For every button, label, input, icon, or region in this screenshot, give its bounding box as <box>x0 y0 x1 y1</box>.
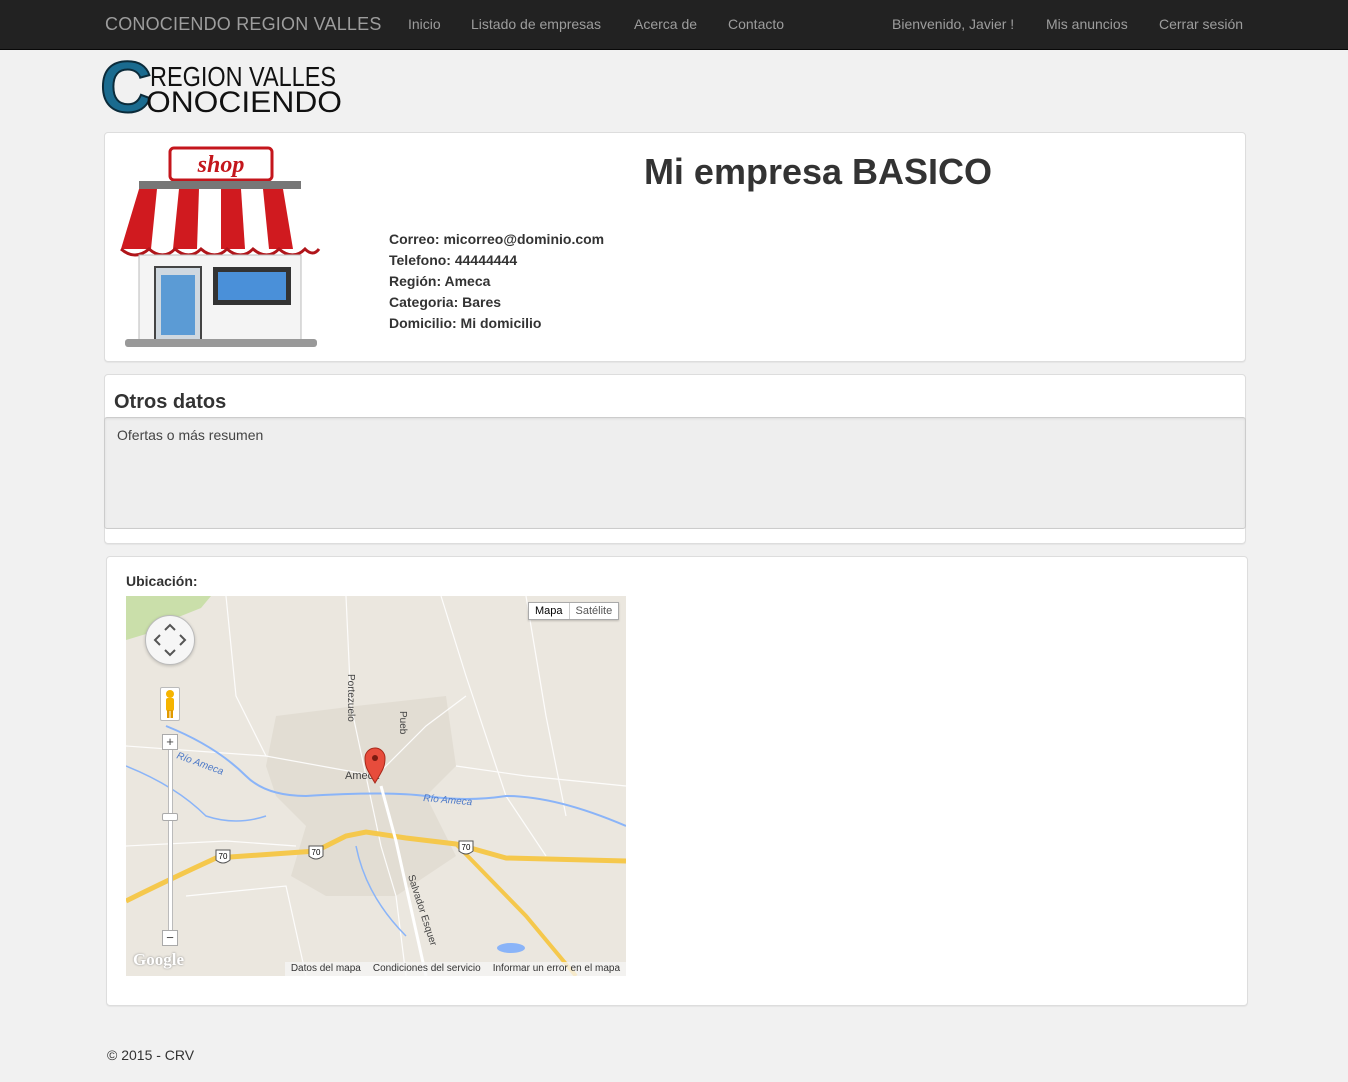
nav-inicio[interactable]: Inicio <box>408 0 441 50</box>
company-panel: shop Mi empresa BASICO Correo: micorreo@… <box>104 132 1246 362</box>
svg-text:shop: shop <box>197 152 245 178</box>
nav-cerrar-sesion[interactable]: Cerrar sesión <box>1159 0 1243 50</box>
map-data-link[interactable]: Datos del mapa <box>291 962 361 976</box>
svg-text:Pueb: Pueb <box>397 711 408 735</box>
location-label: Ubicación: <box>126 573 198 589</box>
brand-link[interactable]: CONOCIENDO REGION VALLES <box>105 0 382 50</box>
top-navbar: CONOCIENDO REGION VALLES Inicio Listado … <box>0 0 1348 50</box>
company-info: Correo: micorreo@dominio.com Telefono: 4… <box>389 229 604 334</box>
otros-datos-text: Ofertas o más resumen <box>117 427 264 443</box>
info-email: Correo: micorreo@dominio.com <box>389 231 605 247</box>
google-logo[interactable]: Google <box>133 950 184 970</box>
info-phone: Telefono: 44444444 <box>389 252 518 268</box>
nav-welcome-user[interactable]: Bienvenido, Javier ! <box>892 0 1014 50</box>
svg-text:70: 70 <box>462 843 471 852</box>
pan-control-icon[interactable] <box>145 615 195 665</box>
svg-text:ONOCIENDO: ONOCIENDO <box>146 86 342 118</box>
shop-icon: shop <box>117 143 327 353</box>
zoom-in-button[interactable]: + <box>162 734 178 750</box>
otros-datos-heading: Otros datos <box>114 391 227 413</box>
zoom-slider-handle[interactable] <box>162 813 178 821</box>
otros-datos-panel: Otros datos Ofertas o más resumen <box>104 374 1246 544</box>
google-map[interactable]: Ameca Río Ameca Río Ameca Portezuelo Pue… <box>126 596 626 976</box>
terms-of-service-link[interactable]: Condiciones del servicio <box>373 962 481 976</box>
footer-copyright: © 2015 - CRV <box>107 1047 195 1063</box>
nav-mis-anuncios[interactable]: Mis anuncios <box>1046 0 1128 50</box>
svg-text:70: 70 <box>219 852 228 861</box>
otros-datos-content: Ofertas o más resumen <box>104 417 1246 529</box>
svg-text:Portezuelo: Portezuelo <box>345 674 356 722</box>
zoom-slider-track[interactable] <box>168 741 173 941</box>
location-panel: Ubicación: Ameca Río Ameca Río Ameca Por… <box>106 556 1248 1006</box>
company-title: Mi empresa BASICO <box>643 151 993 192</box>
svg-text:C: C <box>100 54 152 118</box>
zoom-out-button[interactable]: − <box>162 930 178 946</box>
nav-listado-empresas[interactable]: Listado de empresas <box>471 0 601 50</box>
info-address: Domicilio: Mi domicilio <box>389 315 542 331</box>
map-type-satellite-button[interactable]: Satélite <box>570 603 619 619</box>
map-attribution: Datos del mapa Condiciones del servicio … <box>284 962 626 976</box>
map-type-map-button[interactable]: Mapa <box>529 603 570 619</box>
site-logo[interactable]: C REGION VALLES ONOCIENDO <box>99 47 344 129</box>
info-category: Categoria: Bares <box>389 294 502 310</box>
pegman-icon[interactable] <box>160 687 180 721</box>
svg-text:Río Ameca: Río Ameca <box>175 750 225 777</box>
nav-contacto[interactable]: Contacto <box>728 0 784 50</box>
info-region: Región: Ameca <box>389 273 491 289</box>
nav-acerca-de[interactable]: Acerca de <box>634 0 697 50</box>
map-type-control: Mapa Satélite <box>528 602 620 620</box>
report-map-error-link[interactable]: Informar un error en el mapa <box>493 962 620 976</box>
svg-text:70: 70 <box>312 848 321 857</box>
